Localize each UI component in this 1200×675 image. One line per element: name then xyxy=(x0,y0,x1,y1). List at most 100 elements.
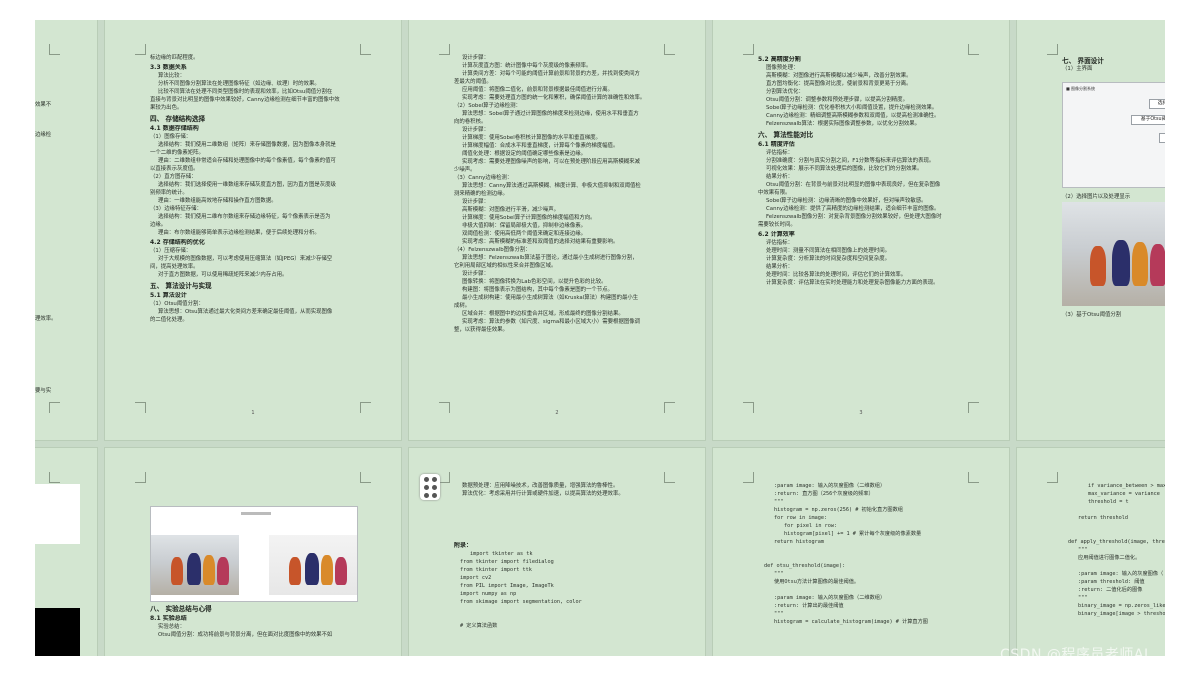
text-line: def apply_threshold(image, thresho xyxy=(1068,539,1165,545)
text-line: 测来精确的检测边缘。 xyxy=(454,191,508,197)
text-line: for pixel in row: xyxy=(784,523,838,529)
crop-mark xyxy=(968,44,979,55)
text-line: 七、 界面设计 xyxy=(1062,57,1104,65)
text-line: 理由：二维数组非常适合存储和处理图像中的每个像素值，每个像素的值可 xyxy=(158,158,336,164)
page-1[interactable]: 标边缘的匹配程度。 3.3 数据关系 算法比较： 分析不同图像分割算法在处理图像特征（… xyxy=(105,20,401,440)
text-line: """ xyxy=(774,499,784,505)
text-line: 整，以获得最佳效果。 xyxy=(454,327,508,333)
text-line: from tkinter import filedialog xyxy=(460,559,554,565)
figure-shape xyxy=(203,555,215,585)
crop-mark xyxy=(439,472,450,483)
text-line: 边缘。 xyxy=(150,222,167,228)
page-grid-menu-button[interactable] xyxy=(420,474,440,500)
text-line: 数据预处理：应用降噪技术，改善图像质量，增强算法的鲁棒性。 xyxy=(462,483,619,489)
page-body: 数据预处理：应用降噪技术，改善图像质量，增强算法的鲁棒性。 算法优化：考虑采用并行… xyxy=(454,482,665,498)
text-line: 结果分析： xyxy=(766,264,793,270)
text-line: 4.1 数据存储结构 xyxy=(150,125,199,132)
page-body: 5.2 高精度分割 图像预处理： 高斯模糊：对图像进行高斯模糊以减少噪声，改善分割效… xyxy=(758,54,969,287)
text-line: 理由：布尔数组能够简单表示边缘检测结果，便于后续处理和分析。 xyxy=(158,230,320,236)
text-line: threshold = t xyxy=(1088,499,1129,505)
text-line: 少噪声。 xyxy=(454,167,476,173)
text-line: 选择结构：我们选择使用一维数组来存储灰度直方图，因为直方图是灰度级 xyxy=(158,182,336,188)
text-line: # 定义算法函数 xyxy=(460,623,498,629)
document-canvas[interactable]: 效果不 边缘检 理效率。 要与实 标边缘的匹配程度。 3.3 数据关系 算法比较： 分… xyxy=(35,20,1165,656)
segmented-photo xyxy=(269,535,357,595)
text-line: histogram = np.zeros(256) # 初始化直方图数组 xyxy=(774,507,903,513)
crop-mark xyxy=(360,44,371,55)
text-line: 实现考虑：算法的参数（如尺度、sigma和最小区域大小）需要根据图像调 xyxy=(462,319,641,325)
text-line: Felzenszwalb算法：根据实际图像调整参数，以优化分割效果。 xyxy=(766,121,921,127)
figure-shape xyxy=(217,557,229,585)
text-line: :param image: 输入的灰度图像（ xyxy=(1078,571,1164,577)
page-8-partial[interactable]: if variance_between > max_ max_variance … xyxy=(1017,448,1165,656)
text-line: 6.2 计算效率 xyxy=(758,231,795,238)
text-line: 六、 算法性能对比 xyxy=(758,131,814,139)
text-line: 分割算法优化： xyxy=(766,89,804,95)
text-line: for row in image: xyxy=(774,515,828,521)
text-line: 的二值化处理。 xyxy=(150,317,188,323)
text-line: （2）Sobel算子边缘检测： xyxy=(454,103,521,109)
text-line: from tkinter import ttk xyxy=(460,567,532,573)
figure-caption: （3）基于Otsu阈值分割 xyxy=(1062,312,1122,318)
crop-mark xyxy=(360,472,371,483)
text-line: （1）主界面 xyxy=(1062,66,1093,72)
page-text: 要与实 xyxy=(35,388,52,394)
crop-mark xyxy=(49,44,60,55)
watermark: CSDN @程序员老师AI xyxy=(1000,647,1149,663)
crop-mark xyxy=(439,44,450,55)
text-line: 非极大值抑制：保留局部极大值，抑制非边缘像素。 xyxy=(462,223,586,229)
text-line: 计算梯度：使用Sobel卷积核计算图像的水平和垂直梯度。 xyxy=(462,135,601,141)
page-5[interactable]: 八、 实验总结与心得 8.1 实验总结 实验总结： Otsu阈值分割：成功将前景与背景… xyxy=(105,448,401,656)
text-line: 实现考虑：需要处理直方图的统一化和累积，确保阈值计算的准确性和效率。 xyxy=(462,95,646,101)
text-line: :param threshold: 阈值 xyxy=(1078,579,1145,585)
crop-mark xyxy=(49,402,60,413)
page-4-partial[interactable]: 七、 界面设计（1）主界面 ■ 图像分割系统 选择图 基于Otsu阈值 边 （2… xyxy=(1017,20,1165,440)
text-line: import tkinter as tk xyxy=(470,551,533,557)
text-line: 图像转换：将图像转换为Lab色彩空间，以提升色彩的比较。 xyxy=(462,279,607,285)
text-line: 构建图：将图像表示为图结构，其中每个像素是图的一个节点。 xyxy=(462,287,613,293)
figure-shape xyxy=(305,553,319,585)
page-7[interactable]: :param image: 输入的灰度图像（二维数组）:return: 直方图（… xyxy=(713,448,1009,656)
dot-icon xyxy=(423,492,429,498)
text-line: 高斯模糊：对图像进行高斯模糊以减少噪声，改善分割效果。 xyxy=(766,73,912,79)
page-body: 八、 实验总结与心得 8.1 实验总结 实验总结： Otsu阈值分割：成功将前景与背景… xyxy=(150,602,361,639)
text-line: 高斯模糊：对图像进行平滑，减少噪声。 xyxy=(462,207,560,213)
text-line: Felzenszwalb图像分割：对复杂背景图像分割效果较好，但处理大图像时 xyxy=(766,214,942,220)
text-line: :return: 二值化后的图像 xyxy=(1078,587,1143,593)
text-line: from PIL import Image, ImageTk xyxy=(460,583,554,589)
edge-button: 边 xyxy=(1159,133,1165,143)
text-line: 最小生成树构建：使用最小生成树算法（如Kruskal算法）构建图的最小生 xyxy=(462,295,639,301)
text-line: 计算梯度幅值：合成水平和垂直梯度，计算每个像素的梯度幅值。 xyxy=(462,143,619,149)
text-line: 计算复杂度：分析算法的时间复杂度和空间复杂度。 xyxy=(766,256,890,262)
text-line: 处理时间：测量不同算法在相同图像上的处理时间。 xyxy=(766,248,890,254)
text-line xyxy=(454,606,665,614)
figure-shape xyxy=(289,557,301,585)
text-line: 算法思想：Otsu算法通过最大化类间方差来确定最佳阈值，从而实现图像 xyxy=(158,309,333,315)
window-title: ■ 图像分割系统 xyxy=(1066,86,1096,91)
text-line: 直接与背景对比明显的图像中效果较好，Canny边缘检测在细节丰富的图像中效 xyxy=(150,97,340,103)
text-line xyxy=(454,614,665,622)
text-line: 设计步骤： xyxy=(462,55,489,61)
page-3[interactable]: 5.2 高精度分割 图像预处理： 高斯模糊：对图像进行高斯模糊以减少噪声，改善分割效… xyxy=(713,20,1009,440)
text-line: import numpy as np xyxy=(460,591,517,597)
text-line: （1）Otsu阈值分割： xyxy=(150,301,204,307)
text-line: 向的卷积核。 xyxy=(454,119,487,125)
text-line: return histogram xyxy=(774,539,824,545)
page-left-partial-bottom xyxy=(35,448,97,656)
text-line: 果较为出色。 xyxy=(150,105,183,111)
figure-shape xyxy=(187,553,201,585)
figure-shape xyxy=(171,557,183,585)
page-2[interactable]: 设计步骤： 计算灰度直方图：统计图像中每个灰度级的像素频率。 计算类间方差：对每个可… xyxy=(409,20,705,440)
text-line: 5.1 算法设计 xyxy=(150,292,187,299)
page-6[interactable]: 数据预处理：应用降噪技术，改善图像质量，增强算法的鲁棒性。 算法优化：考虑采用并行… xyxy=(409,448,705,656)
figure-shape xyxy=(1112,240,1130,286)
text-line: 差最大的阈值。 xyxy=(454,79,492,85)
crop-mark xyxy=(664,472,675,483)
text-line: （1）压缩存储： xyxy=(150,248,192,254)
page-number: 3 xyxy=(859,410,863,416)
crop-mark xyxy=(49,472,60,483)
code-block: if variance_between > max_ max_variance … xyxy=(1062,482,1165,618)
text-line: 分析不同图像分割算法在处理图像特征（如边缘、纹理）时的效果。 xyxy=(158,81,320,87)
text-line: 实现考虑：高斯模糊的标准差和双阈值的选择对结果有重要影响。 xyxy=(462,239,619,245)
text-line: Canny边缘检测：精细调整高斯模糊参数和双阈值，以提高检测准确性。 xyxy=(766,113,940,119)
